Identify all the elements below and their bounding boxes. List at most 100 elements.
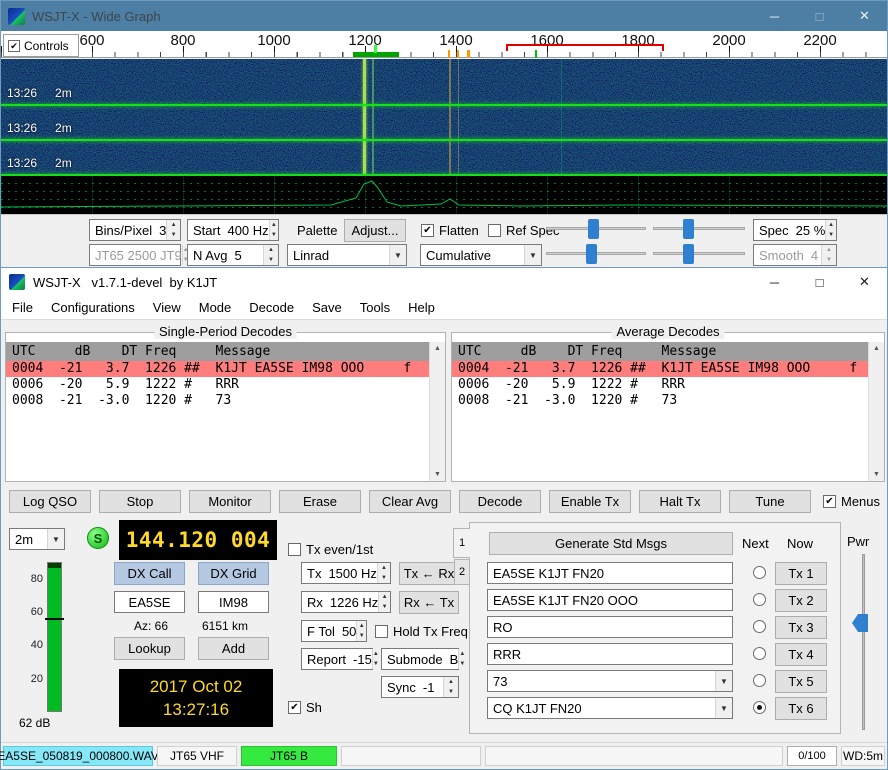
tx4-message-field[interactable]: RRR (487, 643, 733, 665)
decode-row[interactable]: 0006 -20 5.9 1222 # RRR (6, 377, 429, 393)
adjust-button[interactable]: Adjust... (344, 219, 406, 242)
zero-slider[interactable] (653, 219, 745, 239)
lookup-button[interactable]: Lookup (114, 637, 185, 660)
spin-up-icon[interactable]: ▲ (444, 677, 458, 687)
halt-tx-button[interactable]: Halt Tx (639, 490, 721, 513)
decode-row[interactable]: 0008 -21 -3.0 1220 # 73 (6, 393, 429, 409)
tx4-now-button[interactable]: Tx 4 (775, 643, 827, 666)
tx2-next-radio[interactable] (753, 593, 766, 606)
tx-from-rx-button[interactable]: Tx ← Rx (399, 562, 459, 585)
spin-down-icon[interactable]: ▼ (459, 659, 465, 669)
stop-button[interactable]: Stop (99, 490, 181, 513)
rx-from-tx-button[interactable]: Rx ← Tx (399, 591, 459, 614)
scroll-down-icon[interactable]: ▼ (434, 471, 441, 478)
tune-button[interactable]: Tune (729, 490, 811, 513)
rx-freq-spinbox[interactable]: Rx 1226 Hz ▲▼ (301, 591, 391, 613)
frequency-scale[interactable]: ✔ Controls 600 800 1000 1200 1400 1600 1… (1, 31, 887, 58)
spin-down-icon[interactable]: ▼ (270, 230, 278, 240)
smooth-spinbox[interactable]: Smooth 4 ▲▼ (753, 244, 837, 266)
menu-configurations[interactable]: Configurations (42, 296, 144, 319)
minimize-icon[interactable]: ─ (752, 268, 797, 296)
waterfall-display[interactable]: 13:26 2m 13:26 2m 13:26 2m (1, 59, 887, 176)
tx1-now-button[interactable]: Tx 1 (775, 562, 827, 585)
spin-up-icon[interactable]: ▲ (270, 220, 278, 230)
clear-avg-button[interactable]: Clear Avg (369, 490, 451, 513)
generate-std-msgs-button[interactable]: Generate Std Msgs (489, 532, 733, 555)
spin-up-icon[interactable]: ▲ (826, 220, 836, 230)
decode-row[interactable]: 0004 -21 3.7 1226 ## K1JT EA5SE IM98 OOO… (6, 361, 429, 377)
spinner-arrows[interactable]: ▲▼ (263, 245, 278, 265)
spinner-arrows[interactable]: ▲▼ (356, 621, 366, 641)
tx3-next-radio[interactable] (753, 620, 766, 633)
enable-tx-button[interactable]: Enable Tx (549, 490, 631, 513)
slider-handle[interactable] (588, 219, 599, 239)
tx5-next-radio[interactable] (753, 674, 766, 687)
spin-down-icon[interactable]: ▼ (167, 230, 180, 240)
decode-row[interactable]: 0008 -21 -3.0 1220 # 73 (452, 393, 868, 409)
monitor-button[interactable]: Monitor (189, 490, 271, 513)
slider-handle[interactable] (586, 244, 597, 264)
band-combobox[interactable]: 2m ▼ (9, 528, 65, 550)
n-avg-spinbox[interactable]: N Avg 5 ▲▼ (187, 244, 279, 266)
spin-down-icon[interactable]: ▼ (822, 255, 836, 265)
spinner-arrows[interactable]: ▲▼ (378, 592, 390, 612)
spectrum-type-combobox[interactable]: Cumulative ▼ (420, 244, 542, 266)
main-titlebar[interactable]: WSJT-X v1.7.1-devel by K1JT ─ □ ✕ (1, 268, 887, 296)
spin-up-icon[interactable]: ▲ (379, 592, 390, 602)
menu-mode[interactable]: Mode (190, 296, 241, 319)
submode-spinbox[interactable]: Submode B ▲▼ (381, 648, 459, 670)
log-qso-button[interactable]: Log QSO (9, 490, 91, 513)
scroll-up-icon[interactable]: ▲ (873, 345, 880, 352)
decode-button[interactable]: Decode (459, 490, 541, 513)
spin-up-icon[interactable]: ▲ (167, 220, 180, 230)
tx3-message-field[interactable]: RO (487, 616, 733, 638)
spinner-arrows[interactable]: ▲▼ (269, 220, 278, 240)
maximize-icon[interactable]: □ (797, 268, 842, 296)
dx-call-button[interactable]: DX Call (114, 562, 185, 585)
tab-1[interactable]: 1 (453, 528, 470, 558)
close-icon[interactable]: ✕ (842, 1, 887, 31)
scroll-up-icon[interactable]: ▲ (434, 345, 441, 352)
decode-row[interactable]: 0004 -21 3.7 1226 ## K1JT EA5SE IM98 OOO… (452, 361, 868, 377)
flatten-checkbox[interactable]: ✔ Flatten (421, 223, 479, 238)
erase-button[interactable]: Erase (279, 490, 361, 513)
pwr-slider-handle[interactable] (852, 614, 868, 632)
spinner-arrows[interactable]: ▲▼ (372, 649, 379, 669)
menu-file[interactable]: File (3, 296, 42, 319)
tx-even-checkbox[interactable]: Tx even/1st (288, 542, 373, 557)
palette-combobox[interactable]: Linrad ▼ (287, 244, 407, 266)
tx5-now-button[interactable]: Tx 5 (775, 670, 827, 693)
spinner-arrows[interactable]: ▲▼ (825, 220, 836, 240)
spinner-arrows[interactable]: ▲▼ (377, 563, 390, 583)
tx1-next-radio[interactable] (753, 566, 766, 579)
tx6-now-button[interactable]: Tx 6 (775, 697, 827, 720)
spin-down-icon[interactable]: ▼ (373, 659, 379, 669)
spin-down-icon[interactable]: ▼ (357, 631, 366, 641)
spin-down-icon[interactable]: ▼ (379, 602, 390, 612)
hold-tx-freq-checkbox[interactable]: Hold Tx Freq (375, 624, 468, 639)
start-freq-spinbox[interactable]: Start 400 Hz ▲▼ (187, 219, 279, 241)
close-icon[interactable]: ✕ (842, 268, 887, 296)
minimize-icon[interactable]: ─ (752, 1, 797, 31)
tx6-message-combobox[interactable]: CQ K1JT FN20 ▼ (487, 697, 733, 719)
tab-2[interactable]: 2 (454, 559, 470, 585)
spin-up-icon[interactable]: ▲ (378, 563, 390, 573)
chevron-down-icon[interactable]: ▼ (389, 245, 406, 265)
slider-handle[interactable] (683, 219, 694, 239)
spin-down-icon[interactable]: ▼ (264, 255, 278, 265)
spin-down-icon[interactable]: ▼ (378, 573, 390, 583)
tx3-now-button[interactable]: Tx 3 (775, 616, 827, 639)
dx-grid-button[interactable]: DX Grid (198, 562, 269, 585)
spec-spinbox[interactable]: Spec 25 % ▲▼ (753, 219, 837, 241)
decode-row[interactable]: 0006 -20 5.9 1222 # RRR (452, 377, 868, 393)
spin-up-icon[interactable]: ▲ (357, 621, 366, 631)
spin-up-icon[interactable]: ▲ (459, 649, 465, 659)
menu-view[interactable]: View (144, 296, 190, 319)
menu-tools[interactable]: Tools (351, 296, 399, 319)
chevron-down-icon[interactable]: ▼ (47, 529, 64, 549)
menus-checkbox[interactable]: ✔ Menus (823, 494, 880, 509)
tx2-message-field[interactable]: EA5SE K1JT FN20 OOO (487, 589, 733, 611)
tx6-next-radio[interactable] (753, 701, 766, 714)
chevron-down-icon[interactable]: ▼ (524, 245, 541, 265)
tx4-next-radio[interactable] (753, 647, 766, 660)
